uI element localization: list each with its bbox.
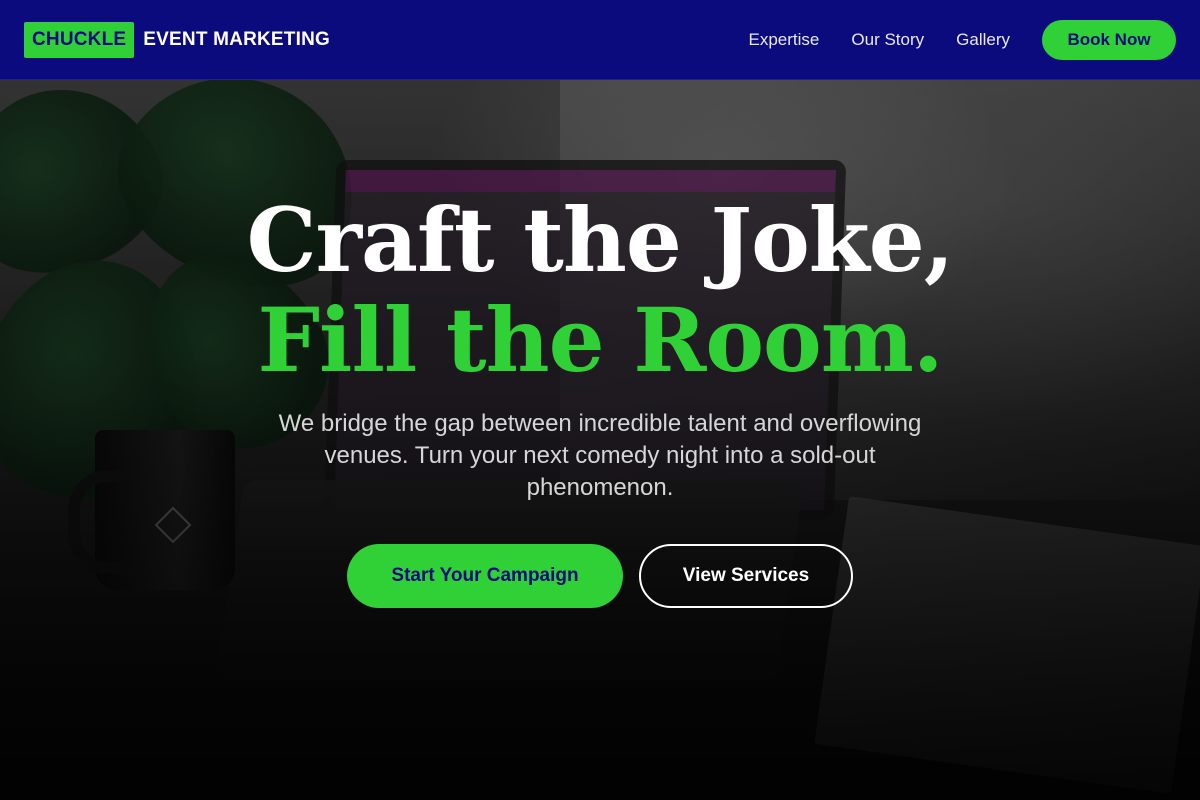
nav-link-gallery[interactable]: Gallery	[956, 30, 1010, 50]
hero-headline-line2: Fill the Room.	[257, 288, 944, 392]
brand-logo[interactable]: CHUCKLE EVENT MARKETING	[24, 21, 330, 58]
nav-link-our-story[interactable]: Our Story	[851, 30, 924, 50]
view-services-button[interactable]: View Services	[639, 544, 853, 608]
nav-link-expertise[interactable]: Expertise	[749, 30, 820, 50]
nav-links: Expertise Our Story Gallery Book Now	[749, 19, 1176, 60]
start-campaign-button[interactable]: Start Your Campaign	[347, 544, 623, 608]
top-navbar: CHUCKLE EVENT MARKETING Expertise Our St…	[0, 0, 1200, 80]
hero-subtitle: We bridge the gap between incredible tal…	[278, 410, 922, 501]
hero-cta-row: Start Your Campaign View Services	[0, 544, 1200, 608]
hero-headline-line1: Craft the Joke,	[246, 188, 955, 292]
book-now-button[interactable]: Book Now	[1042, 19, 1176, 60]
logo-badge: CHUCKLE	[24, 21, 135, 58]
hero-content: Craft the Joke, Fill the Room. We bridge…	[0, 190, 1200, 608]
logo-text: EVENT MARKETING	[143, 28, 330, 50]
